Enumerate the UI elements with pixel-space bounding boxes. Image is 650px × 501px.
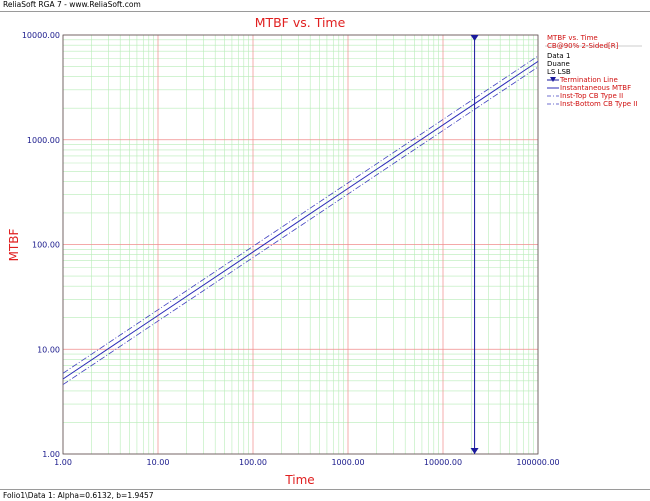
instantaneous-mtbf-line (62, 60, 539, 380)
y-tick-label: 10.00 (37, 345, 60, 354)
y-tick-label: 1000.00 (27, 136, 60, 145)
legend-title: MTBF vs. Time (547, 34, 598, 42)
x-axis-label: Time (284, 473, 314, 487)
dashdot-line-icon (547, 95, 559, 97)
legend-label: Termination Line (560, 76, 618, 84)
x-tick-label: 100000.00 (516, 458, 559, 467)
legend-data-name: Data 1 (547, 52, 571, 60)
x-tick-label: 10000.00 (424, 458, 462, 467)
legend-method: LS LSB (547, 68, 571, 76)
legend-model: Duane (547, 60, 570, 68)
x-tick-label: 1000.00 (331, 458, 364, 467)
y-tick-label: 10000.00 (22, 31, 60, 40)
legend-label: Inst-Bottom CB Type II (560, 100, 638, 108)
solid-line-icon (547, 87, 559, 89)
status-bar: Folio1\Data 1: Alpha=0.6132, b=1.9457 (0, 489, 650, 501)
inst-bottom-cb-type-ii-line (62, 66, 539, 385)
x-tick-label: 1.00 (54, 458, 72, 467)
x-axis-ticks: 1.00 10.00 100.00 1000.00 10000.00 100000.00 (54, 458, 560, 467)
dashdot-line-icon (547, 103, 559, 105)
y-tick-label: 100.00 (32, 241, 60, 250)
termination-marker-icon (547, 77, 559, 82)
y-axis-label: MTBF (7, 228, 21, 261)
x-tick-label: 10.00 (147, 458, 170, 467)
y-axis-ticks: 1.00 10.00 100.00 1000.00 10000.00 (22, 31, 60, 459)
y-tick-label: 1.00 (42, 450, 60, 459)
x-tick-label: 100.00 (239, 458, 267, 467)
legend-label: Inst-Top CB Type II (560, 92, 624, 100)
legend-label: Instantaneous MTBF (560, 84, 632, 92)
chart-window: ReliaSoft RGA 7 - www.ReliaSoft.com 1.00… (0, 0, 650, 501)
legend-subtitle: CB@90% 2-Sided[R] (547, 42, 619, 50)
inst-top-cb-type-ii-line (62, 55, 539, 374)
chart-title: MTBF vs. Time (255, 15, 346, 30)
series-layer (62, 55, 539, 385)
